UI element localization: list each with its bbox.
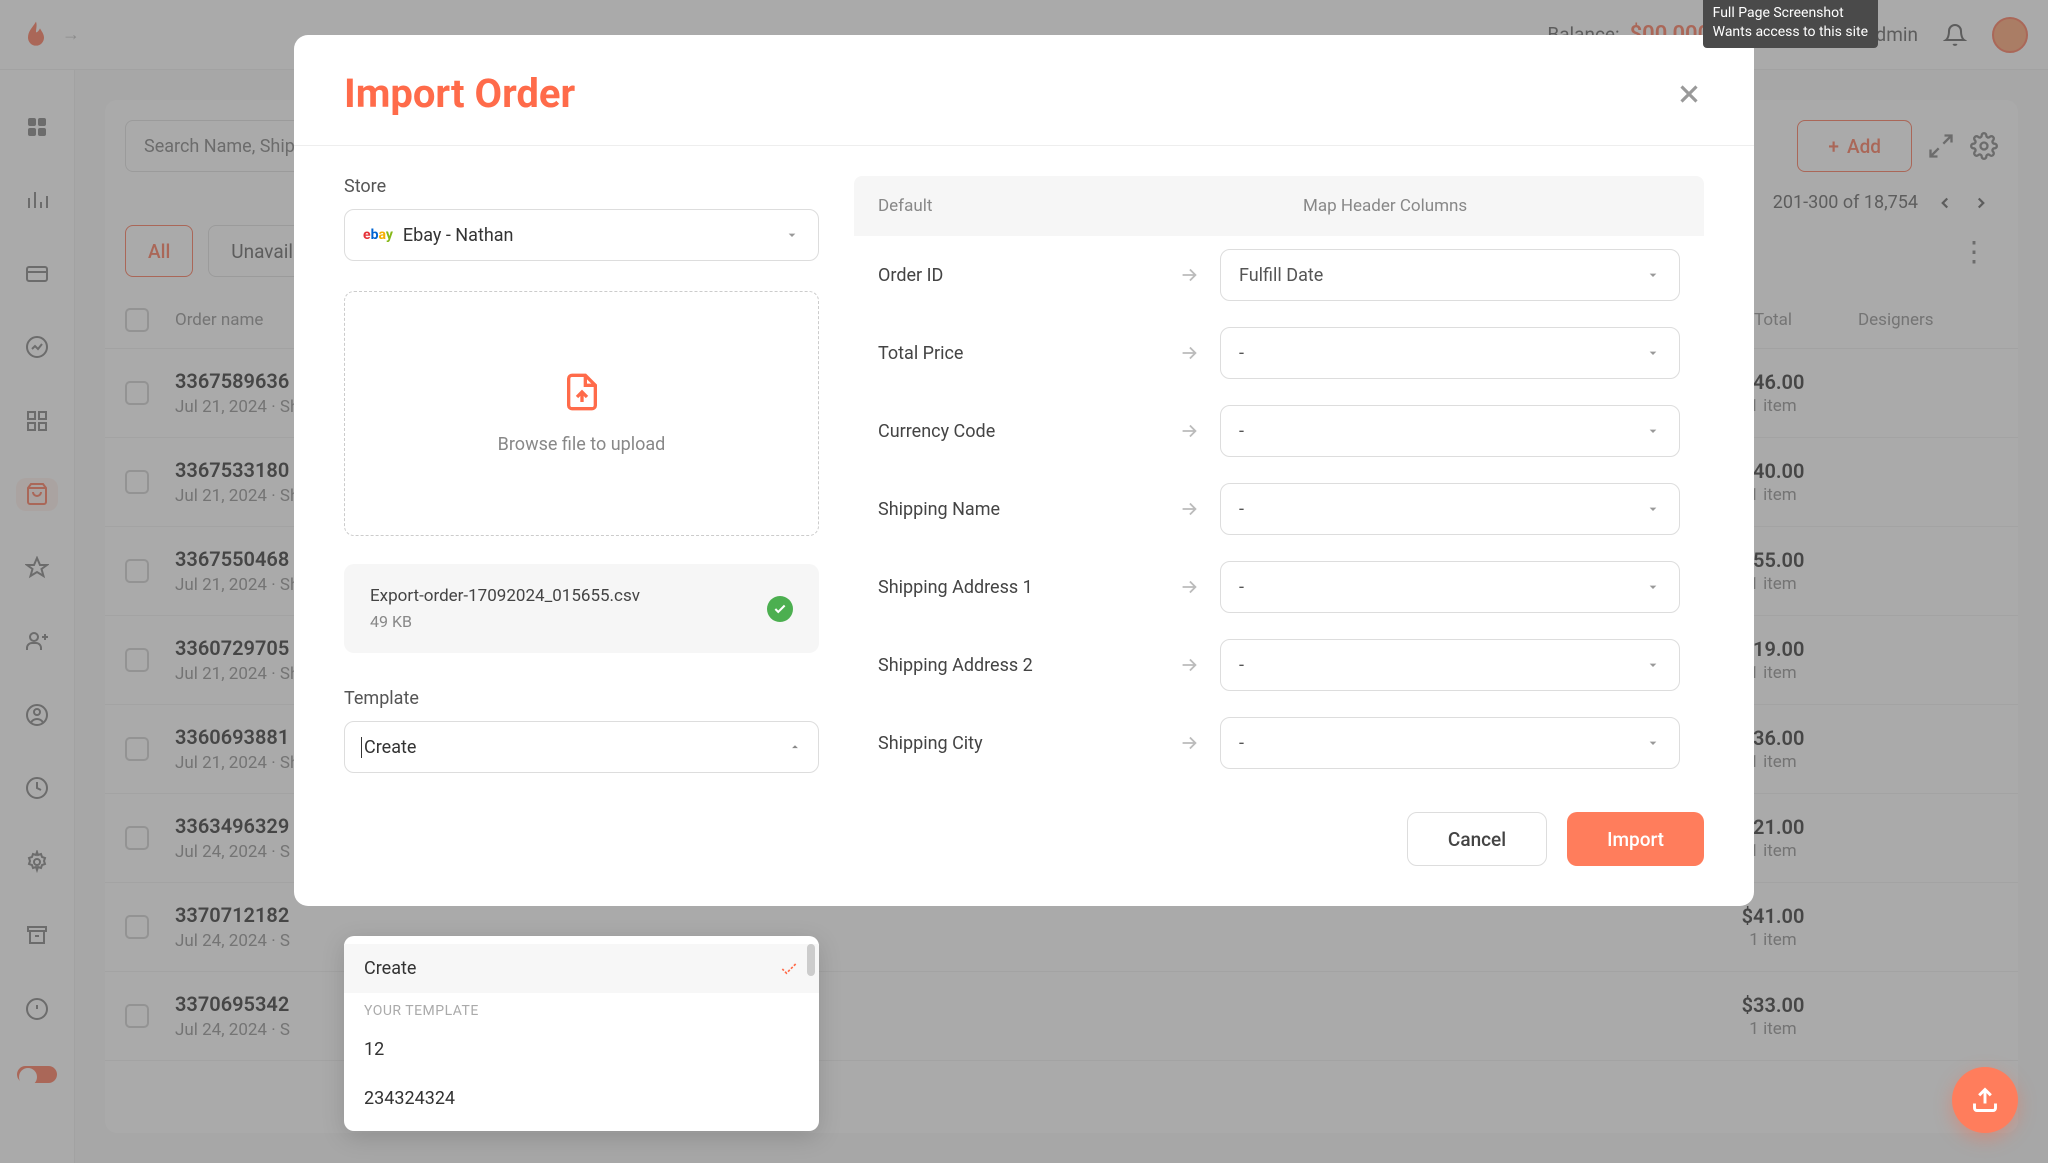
store-select[interactable]: ebay Ebay - Nathan	[344, 209, 819, 261]
template-label: Template	[344, 688, 819, 709]
chevron-down-icon	[1645, 657, 1661, 673]
arrow-right-icon	[1178, 576, 1200, 598]
map-select-value: -	[1239, 343, 1244, 364]
map-field-label: Shipping Name	[878, 499, 1158, 520]
map-row: Order ID Fulfill Date	[854, 236, 1704, 314]
chevron-down-icon	[1645, 579, 1661, 595]
dropzone-text: Browse file to upload	[498, 434, 666, 455]
chevron-down-icon	[1645, 423, 1661, 439]
upload-icon	[562, 372, 602, 412]
map-row: Shipping Address 1 -	[854, 548, 1704, 626]
map-column-select[interactable]: -	[1220, 639, 1680, 691]
map-row: Total Price -	[854, 314, 1704, 392]
map-field-label: Shipping City	[878, 733, 1158, 754]
fab-upload[interactable]	[1952, 1067, 2018, 1133]
map-select-value: -	[1239, 499, 1244, 520]
map-row: Shipping Name -	[854, 470, 1704, 548]
template-dropdown: Create YOUR TEMPLATE 12 234324324	[344, 936, 819, 1131]
store-value: Ebay - Nathan	[403, 225, 514, 246]
arrow-right-icon	[1178, 498, 1200, 520]
close-icon[interactable]	[1674, 79, 1704, 109]
template-option-12[interactable]: 12	[344, 1025, 819, 1074]
arrow-right-icon	[1178, 732, 1200, 754]
file-dropzone[interactable]: Browse file to upload	[344, 291, 819, 536]
uploaded-file-card: Export-order-17092024_015655.csv 49 KB	[344, 564, 819, 653]
caret-up-icon	[788, 740, 802, 754]
map-select-value: -	[1239, 655, 1244, 676]
chevron-down-icon	[1645, 345, 1661, 361]
map-field-label: Currency Code	[878, 421, 1158, 442]
arrow-right-icon	[1178, 420, 1200, 442]
extension-tooltip: Full Page Screenshot Wants access to thi…	[1703, 0, 1878, 48]
chevron-down-icon	[1645, 267, 1661, 283]
map-select-value: Fulfill Date	[1239, 265, 1323, 286]
template-group-header: YOUR TEMPLATE	[344, 993, 819, 1025]
map-select-value: -	[1239, 577, 1244, 598]
ebay-logo-icon: ebay	[363, 227, 393, 243]
map-header-columns: Map Header Columns	[1279, 176, 1704, 236]
map-select-value: -	[1239, 421, 1244, 442]
template-value: Create	[361, 737, 416, 758]
map-column-select[interactable]: -	[1220, 717, 1680, 769]
chevron-down-icon	[1645, 501, 1661, 517]
map-column-select[interactable]: -	[1220, 405, 1680, 457]
map-row: Shipping Address 2 -	[854, 626, 1704, 704]
map-column-select[interactable]: -	[1220, 483, 1680, 535]
check-icon	[779, 959, 799, 979]
file-size: 49 KB	[370, 612, 767, 631]
map-column-select[interactable]: -	[1220, 561, 1680, 613]
map-column-select[interactable]: -	[1220, 327, 1680, 379]
import-button[interactable]: Import	[1567, 812, 1704, 866]
arrow-right-icon	[1178, 654, 1200, 676]
map-field-label: Shipping Address 2	[878, 655, 1158, 676]
store-label: Store	[344, 176, 819, 197]
template-select[interactable]: Create	[344, 721, 819, 773]
map-row: Shipping City -	[854, 704, 1704, 782]
map-select-value: -	[1239, 733, 1244, 754]
map-field-label: Order ID	[878, 265, 1158, 286]
dropdown-scrollbar[interactable]	[807, 944, 815, 976]
map-column-select[interactable]: Fulfill Date	[1220, 249, 1680, 301]
map-field-label: Total Price	[878, 343, 1158, 364]
arrow-right-icon	[1178, 264, 1200, 286]
modal-overlay: Import Order Store ebay Ebay - Nathan Br…	[0, 0, 2048, 1163]
arrow-right-icon	[1178, 342, 1200, 364]
success-check-icon	[767, 596, 793, 622]
template-option-234324324[interactable]: 234324324	[344, 1074, 819, 1123]
import-order-modal: Import Order Store ebay Ebay - Nathan Br…	[294, 35, 1754, 906]
map-row: Currency Code -	[854, 392, 1704, 470]
map-field-label: Shipping Address 1	[878, 577, 1158, 598]
chevron-down-icon	[784, 227, 800, 243]
chevron-down-icon	[1645, 735, 1661, 751]
map-header-default: Default	[854, 176, 1279, 236]
upload-icon	[1971, 1086, 1999, 1114]
template-option-create[interactable]: Create	[344, 944, 819, 993]
file-name: Export-order-17092024_015655.csv	[370, 586, 767, 606]
cancel-button[interactable]: Cancel	[1407, 812, 1547, 866]
modal-title: Import Order	[344, 70, 575, 117]
